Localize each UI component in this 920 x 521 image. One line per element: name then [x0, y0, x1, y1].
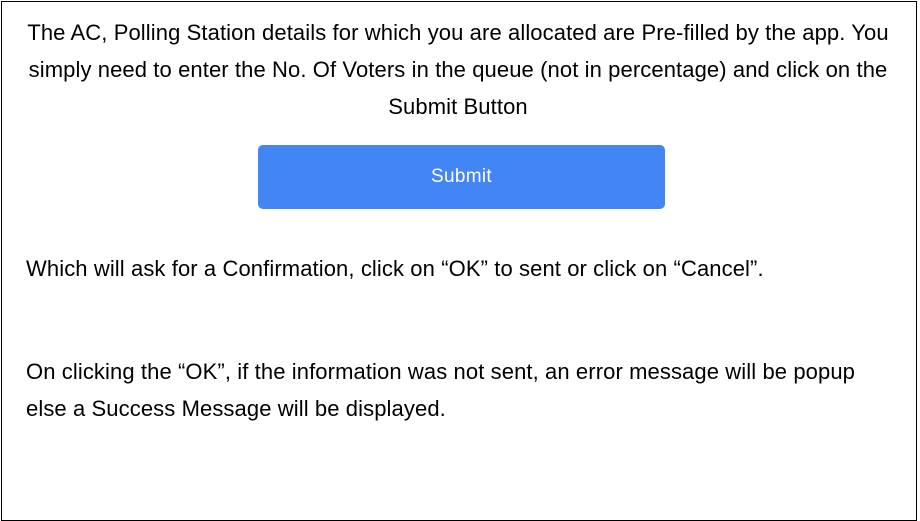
confirmation-paragraph: Which will ask for a Confirmation, click…	[26, 256, 764, 281]
result-paragraph: On clicking the “OK”, if the information…	[26, 359, 855, 421]
submit-button[interactable]: Submit	[258, 145, 665, 209]
intro-paragraph: The AC, Polling Station details for whic…	[27, 20, 889, 119]
